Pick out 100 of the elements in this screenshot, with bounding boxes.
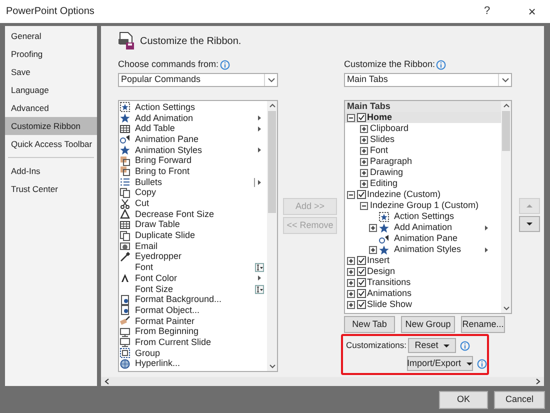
checkbox[interactable] xyxy=(357,300,366,309)
command-item[interactable]: Animation Pane xyxy=(120,134,267,145)
tree-item[interactable]: Design xyxy=(345,266,501,277)
star-icon xyxy=(120,113,130,124)
plus-box-icon[interactable] xyxy=(347,256,355,264)
plus-box-icon[interactable] xyxy=(347,278,355,286)
command-item[interactable]: From Current Slide xyxy=(120,337,267,348)
command-item[interactable]: Bullets xyxy=(120,176,267,188)
tree-item[interactable]: Add Animation xyxy=(345,222,501,233)
command-item[interactable]: Duplicate Slide xyxy=(120,230,267,241)
tree-item[interactable]: Animation Styles xyxy=(345,244,501,255)
command-item[interactable]: Font Size xyxy=(120,284,267,294)
checkbox[interactable] xyxy=(357,190,366,199)
command-item[interactable]: Copy xyxy=(120,188,267,198)
help-button[interactable]: ? xyxy=(477,3,497,20)
command-item[interactable]: Email xyxy=(120,240,267,252)
command-item[interactable]: Format Background... xyxy=(120,294,267,306)
menu-button[interactable]: Import/Export xyxy=(407,356,473,371)
command-item[interactable]: Font xyxy=(120,262,267,273)
brush-icon xyxy=(120,316,130,326)
close-button[interactable]: × xyxy=(524,2,540,22)
plus-box-icon[interactable] xyxy=(360,168,368,176)
tree-item[interactable]: Slides xyxy=(345,134,501,145)
plus-box-icon[interactable] xyxy=(360,136,368,144)
minus-box-icon[interactable] xyxy=(360,202,368,210)
command-item[interactable]: Add Animation xyxy=(120,112,267,124)
command-item[interactable]: Draw Table xyxy=(120,220,267,230)
sidebar-item[interactable]: Quick Access Toolbar xyxy=(5,135,97,153)
sidebar-item[interactable]: Language xyxy=(5,81,97,99)
tree-item[interactable]: Transitions xyxy=(345,277,501,288)
sidebar-item[interactable]: Add-Ins xyxy=(5,162,97,180)
tree-item[interactable]: Action Settings xyxy=(345,211,501,222)
plus-box-icon[interactable] xyxy=(360,124,368,132)
checkbox[interactable] xyxy=(357,113,366,122)
pane-icon xyxy=(120,134,130,144)
tree-item[interactable]: Animation Pane xyxy=(345,233,501,244)
chevron-down-icon xyxy=(500,77,510,83)
shrink-font-icon xyxy=(120,209,130,220)
scrollbar[interactable] xyxy=(501,101,511,313)
command-item[interactable]: Group xyxy=(120,348,267,358)
command-item[interactable]: Action Settings xyxy=(120,102,267,113)
minus-box-icon[interactable] xyxy=(347,190,355,198)
tree-item[interactable]: Drawing xyxy=(345,167,501,178)
command-item[interactable]: Eyedropper xyxy=(120,252,267,262)
command-item[interactable]: Bring Forward xyxy=(120,155,267,166)
tree-item[interactable]: Clipboard xyxy=(345,123,501,134)
checkbox[interactable] xyxy=(357,278,366,287)
plus-box-icon[interactable] xyxy=(369,224,377,232)
command-item[interactable]: Format Object... xyxy=(120,305,267,316)
tree-item[interactable]: Paragraph xyxy=(345,156,501,167)
sidebar-item[interactable]: Advanced xyxy=(5,99,97,117)
caret-icon xyxy=(443,344,450,348)
sidebar-item[interactable]: Customize Ribbon xyxy=(5,117,97,135)
command-item[interactable]: Cut xyxy=(120,198,267,209)
tree-item[interactable]: Home xyxy=(345,112,501,123)
tree-button[interactable]: Rename... xyxy=(461,316,505,333)
plus-box-icon[interactable] xyxy=(360,158,368,166)
checkbox[interactable] xyxy=(357,256,366,265)
command-item[interactable]: Font Color xyxy=(120,273,267,284)
command-item[interactable]: Add Table xyxy=(120,123,267,134)
checkbox[interactable] xyxy=(357,267,366,276)
plus-box-icon[interactable] xyxy=(347,290,355,298)
field-label: Customize the Ribbon: xyxy=(344,58,436,71)
command-item[interactable]: From Beginning xyxy=(120,326,267,338)
scrollbar-thumb[interactable] xyxy=(268,111,276,213)
plus-box-icon[interactable] xyxy=(360,180,368,188)
command-item[interactable]: Hyperlink... xyxy=(120,358,267,370)
tree-item[interactable]: Slide Show xyxy=(345,299,501,310)
tree-button[interactable]: New Tab xyxy=(344,316,395,333)
sidebar-item[interactable]: Save xyxy=(5,63,97,81)
sidebar-item[interactable]: Proofing xyxy=(5,45,97,63)
tree-item[interactable]: Editing xyxy=(345,178,501,189)
command-item[interactable]: Format Painter xyxy=(120,316,267,326)
plus-box-icon[interactable] xyxy=(347,268,355,276)
dropdown[interactable]: Popular Commands xyxy=(118,73,278,87)
tree-button[interactable]: New Group xyxy=(401,316,455,333)
tree-item[interactable]: Indezine (Custom) xyxy=(345,189,501,200)
tree-item[interactable]: Indezine Group 1 (Custom) xyxy=(345,200,501,211)
dialog-button[interactable]: OK xyxy=(439,391,488,409)
tree-item[interactable]: Font xyxy=(345,145,501,156)
horizontal-scrollbar[interactable] xyxy=(101,377,544,386)
move-down-button[interactable] xyxy=(519,216,540,232)
scrollbar-thumb[interactable] xyxy=(502,111,510,151)
command-item[interactable]: Bring to Front xyxy=(120,166,267,177)
tree-item[interactable]: Insert xyxy=(345,255,501,266)
command-item[interactable]: Decrease Font Size xyxy=(120,208,267,220)
dropdown[interactable]: Main Tabs xyxy=(344,73,512,87)
tree-item[interactable]: Animations xyxy=(345,288,501,299)
plus-box-icon[interactable] xyxy=(347,300,355,308)
minus-box-icon[interactable] xyxy=(347,114,355,122)
dialog-button[interactable]: Cancel xyxy=(494,391,545,409)
menu-button[interactable]: Reset xyxy=(408,338,456,353)
plus-box-icon[interactable] xyxy=(369,246,377,254)
checkbox[interactable] xyxy=(357,289,366,298)
plus-box-icon[interactable] xyxy=(360,146,368,154)
sidebar-item[interactable]: General xyxy=(5,27,97,45)
scrollbar[interactable] xyxy=(267,101,277,371)
command-item[interactable]: Animation Styles xyxy=(120,144,267,156)
down-triangle-icon xyxy=(526,222,533,226)
sidebar-item[interactable]: Trust Center xyxy=(5,180,97,198)
